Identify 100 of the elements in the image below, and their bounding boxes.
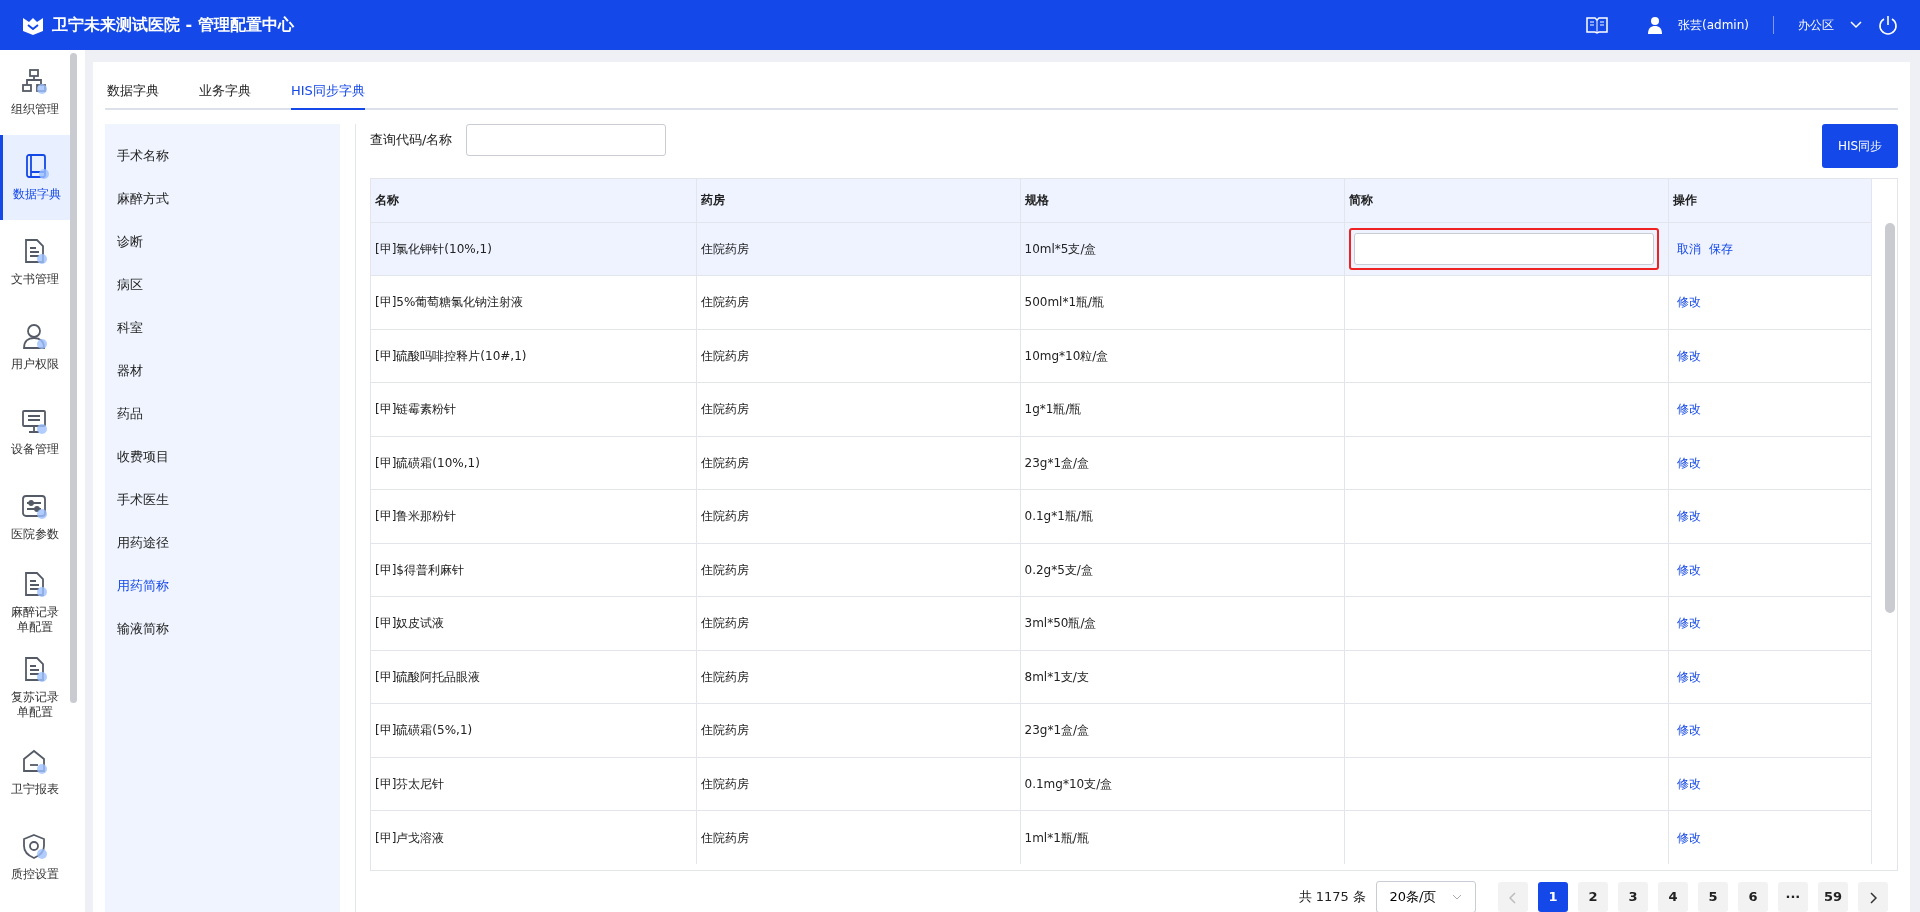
category-item[interactable]: 器材: [105, 349, 340, 392]
column-header: 简称: [1344, 179, 1668, 222]
action-link[interactable]: 修改: [1676, 774, 1701, 793]
page-button[interactable]: 59: [1817, 882, 1848, 912]
action-link[interactable]: 修改: [1676, 721, 1701, 740]
category-item[interactable]: 手术名称: [105, 134, 340, 177]
sliders-icon: [21, 493, 49, 521]
table-cell: [甲]5%葡萄糖氯化钠注射液: [371, 275, 696, 329]
action-link[interactable]: 修改: [1676, 400, 1701, 419]
page-size-select[interactable]: 20条/页: [1375, 881, 1476, 912]
workspace-name[interactable]: 办公区: [1798, 16, 1834, 34]
table-cell: 0.1g*1瓶/瓶: [1020, 489, 1344, 543]
category-item[interactable]: 药品: [105, 392, 340, 435]
category-item[interactable]: 麻醉方式: [105, 177, 340, 220]
search-label: 查询代码/名称: [370, 131, 453, 149]
table-cell: [甲]奴皮试液: [371, 596, 696, 650]
sidebar-item[interactable]: 质控设置: [0, 815, 70, 900]
category-item[interactable]: 输液简称: [105, 607, 340, 650]
category-item[interactable]: 科室: [105, 306, 340, 349]
action-link[interactable]: 修改: [1676, 346, 1701, 365]
category-item[interactable]: 病区: [105, 263, 340, 306]
table-cell: [甲]$得普利麻针: [371, 543, 696, 597]
table-cell: [甲]氯化钾针(10%,1): [371, 222, 696, 276]
column-header: 规格: [1020, 179, 1344, 222]
sidebar-item[interactable]: 组织管理: [0, 50, 70, 135]
table-cell: 8ml*1支/支: [1020, 650, 1344, 704]
table-cell: 住院药房: [696, 436, 1020, 490]
power-icon[interactable]: [1878, 15, 1898, 35]
table-cell: [甲]鲁米那粉针: [371, 489, 696, 543]
table-cell: 1ml*1瓶/瓶: [1020, 810, 1344, 864]
action-link[interactable]: 取消: [1676, 239, 1701, 258]
category-item[interactable]: 用药简称: [105, 564, 340, 607]
table-cell: 住院药房: [696, 222, 1020, 276]
table-cell: 10ml*5支/盒: [1020, 222, 1344, 276]
chevron-left-icon: [1508, 891, 1517, 904]
sidebar-item[interactable]: 医院参数: [0, 475, 70, 560]
sidebar-item[interactable]: 卫宁报表: [0, 730, 70, 815]
page-button[interactable]: 3: [1617, 882, 1648, 912]
page-button[interactable]: 2: [1577, 882, 1608, 912]
action-link[interactable]: 修改: [1676, 293, 1701, 312]
category-item[interactable]: 用药途径: [105, 521, 340, 564]
table-cell: 23g*1盒/盒: [1020, 703, 1344, 757]
logo-icon: [22, 15, 44, 35]
user-name[interactable]: 张芸(admin): [1678, 16, 1749, 34]
table-cell: 住院药房: [696, 703, 1020, 757]
action-link[interactable]: 修改: [1676, 614, 1701, 633]
table-cell: 10mg*10粒/盒: [1020, 329, 1344, 383]
table-cell: [甲]链霉素粉针: [371, 382, 696, 436]
scrollbar[interactable]: [1885, 223, 1895, 613]
sidebar-item[interactable]: 文书管理: [0, 220, 70, 305]
his-sync-button[interactable]: HIS同步: [1822, 124, 1898, 168]
table-cell: 500ml*1瓶/瓶: [1020, 275, 1344, 329]
page-button[interactable]: 4: [1657, 882, 1688, 912]
tab[interactable]: HIS同步字典: [291, 74, 365, 110]
tab[interactable]: 数据字典: [107, 74, 159, 110]
category-item[interactable]: 收费项目: [105, 435, 340, 478]
category-item[interactable]: 手术医生: [105, 478, 340, 521]
table-cell: 住院药房: [696, 489, 1020, 543]
column-header: 操作: [1668, 179, 1871, 222]
action-link[interactable]: 修改: [1676, 507, 1701, 526]
table-cell: 1g*1瓶/瓶: [1020, 382, 1344, 436]
abbreviation-field[interactable]: [1348, 227, 1659, 270]
action-link[interactable]: 修改: [1676, 667, 1701, 686]
next-page-button[interactable]: [1858, 882, 1888, 912]
table-cell: 0.1mg*10支/盒: [1020, 757, 1344, 811]
page-button[interactable]: 6: [1737, 882, 1768, 912]
sidebar-item[interactable]: 用户权限: [0, 305, 70, 390]
table-cell: [甲]硫磺霜(5%,1): [371, 703, 696, 757]
table-cell: 住院药房: [696, 757, 1020, 811]
tab[interactable]: 业务字典: [199, 74, 251, 110]
page-button[interactable]: ···: [1777, 882, 1808, 912]
scrollbar[interactable]: [70, 53, 77, 703]
table-cell: 0.2g*5支/盒: [1020, 543, 1344, 597]
hierarchy-icon: [21, 68, 49, 96]
table-cell: 住院药房: [696, 810, 1020, 864]
table-cell: [甲]芬太尼针: [371, 757, 696, 811]
user-icon: [1648, 16, 1663, 34]
action-link[interactable]: 修改: [1676, 560, 1701, 579]
user-icon: [21, 323, 49, 351]
action-link[interactable]: 修改: [1676, 828, 1701, 847]
chevron-right-icon: [1869, 891, 1877, 904]
chevron-down-icon[interactable]: [1850, 21, 1862, 29]
sidebar-item[interactable]: 复苏记录单配置: [0, 645, 70, 730]
category-item[interactable]: 诊断: [105, 220, 340, 263]
search-field[interactable]: [466, 124, 667, 156]
action-link[interactable]: 修改: [1676, 453, 1701, 472]
action-link[interactable]: 保存: [1708, 239, 1733, 258]
table-cell: 住院药房: [696, 596, 1020, 650]
sidebar-item[interactable]: 设备管理: [0, 390, 70, 475]
table-cell: 住院药房: [696, 275, 1020, 329]
table-cell: 住院药房: [696, 543, 1020, 597]
table-cell: 住院药房: [696, 382, 1020, 436]
table-cell: 住院药房: [696, 329, 1020, 383]
page-button[interactable]: 5: [1697, 882, 1728, 912]
sidebar-item[interactable]: 数据字典: [0, 135, 70, 220]
sidebar-item[interactable]: 麻醉记录单配置: [0, 560, 70, 645]
table-cell: [甲]硫磺霜(10%,1): [371, 436, 696, 490]
book-icon[interactable]: [1586, 16, 1609, 34]
chevron-down-icon: [1452, 894, 1463, 900]
page-button[interactable]: 1: [1537, 882, 1568, 912]
